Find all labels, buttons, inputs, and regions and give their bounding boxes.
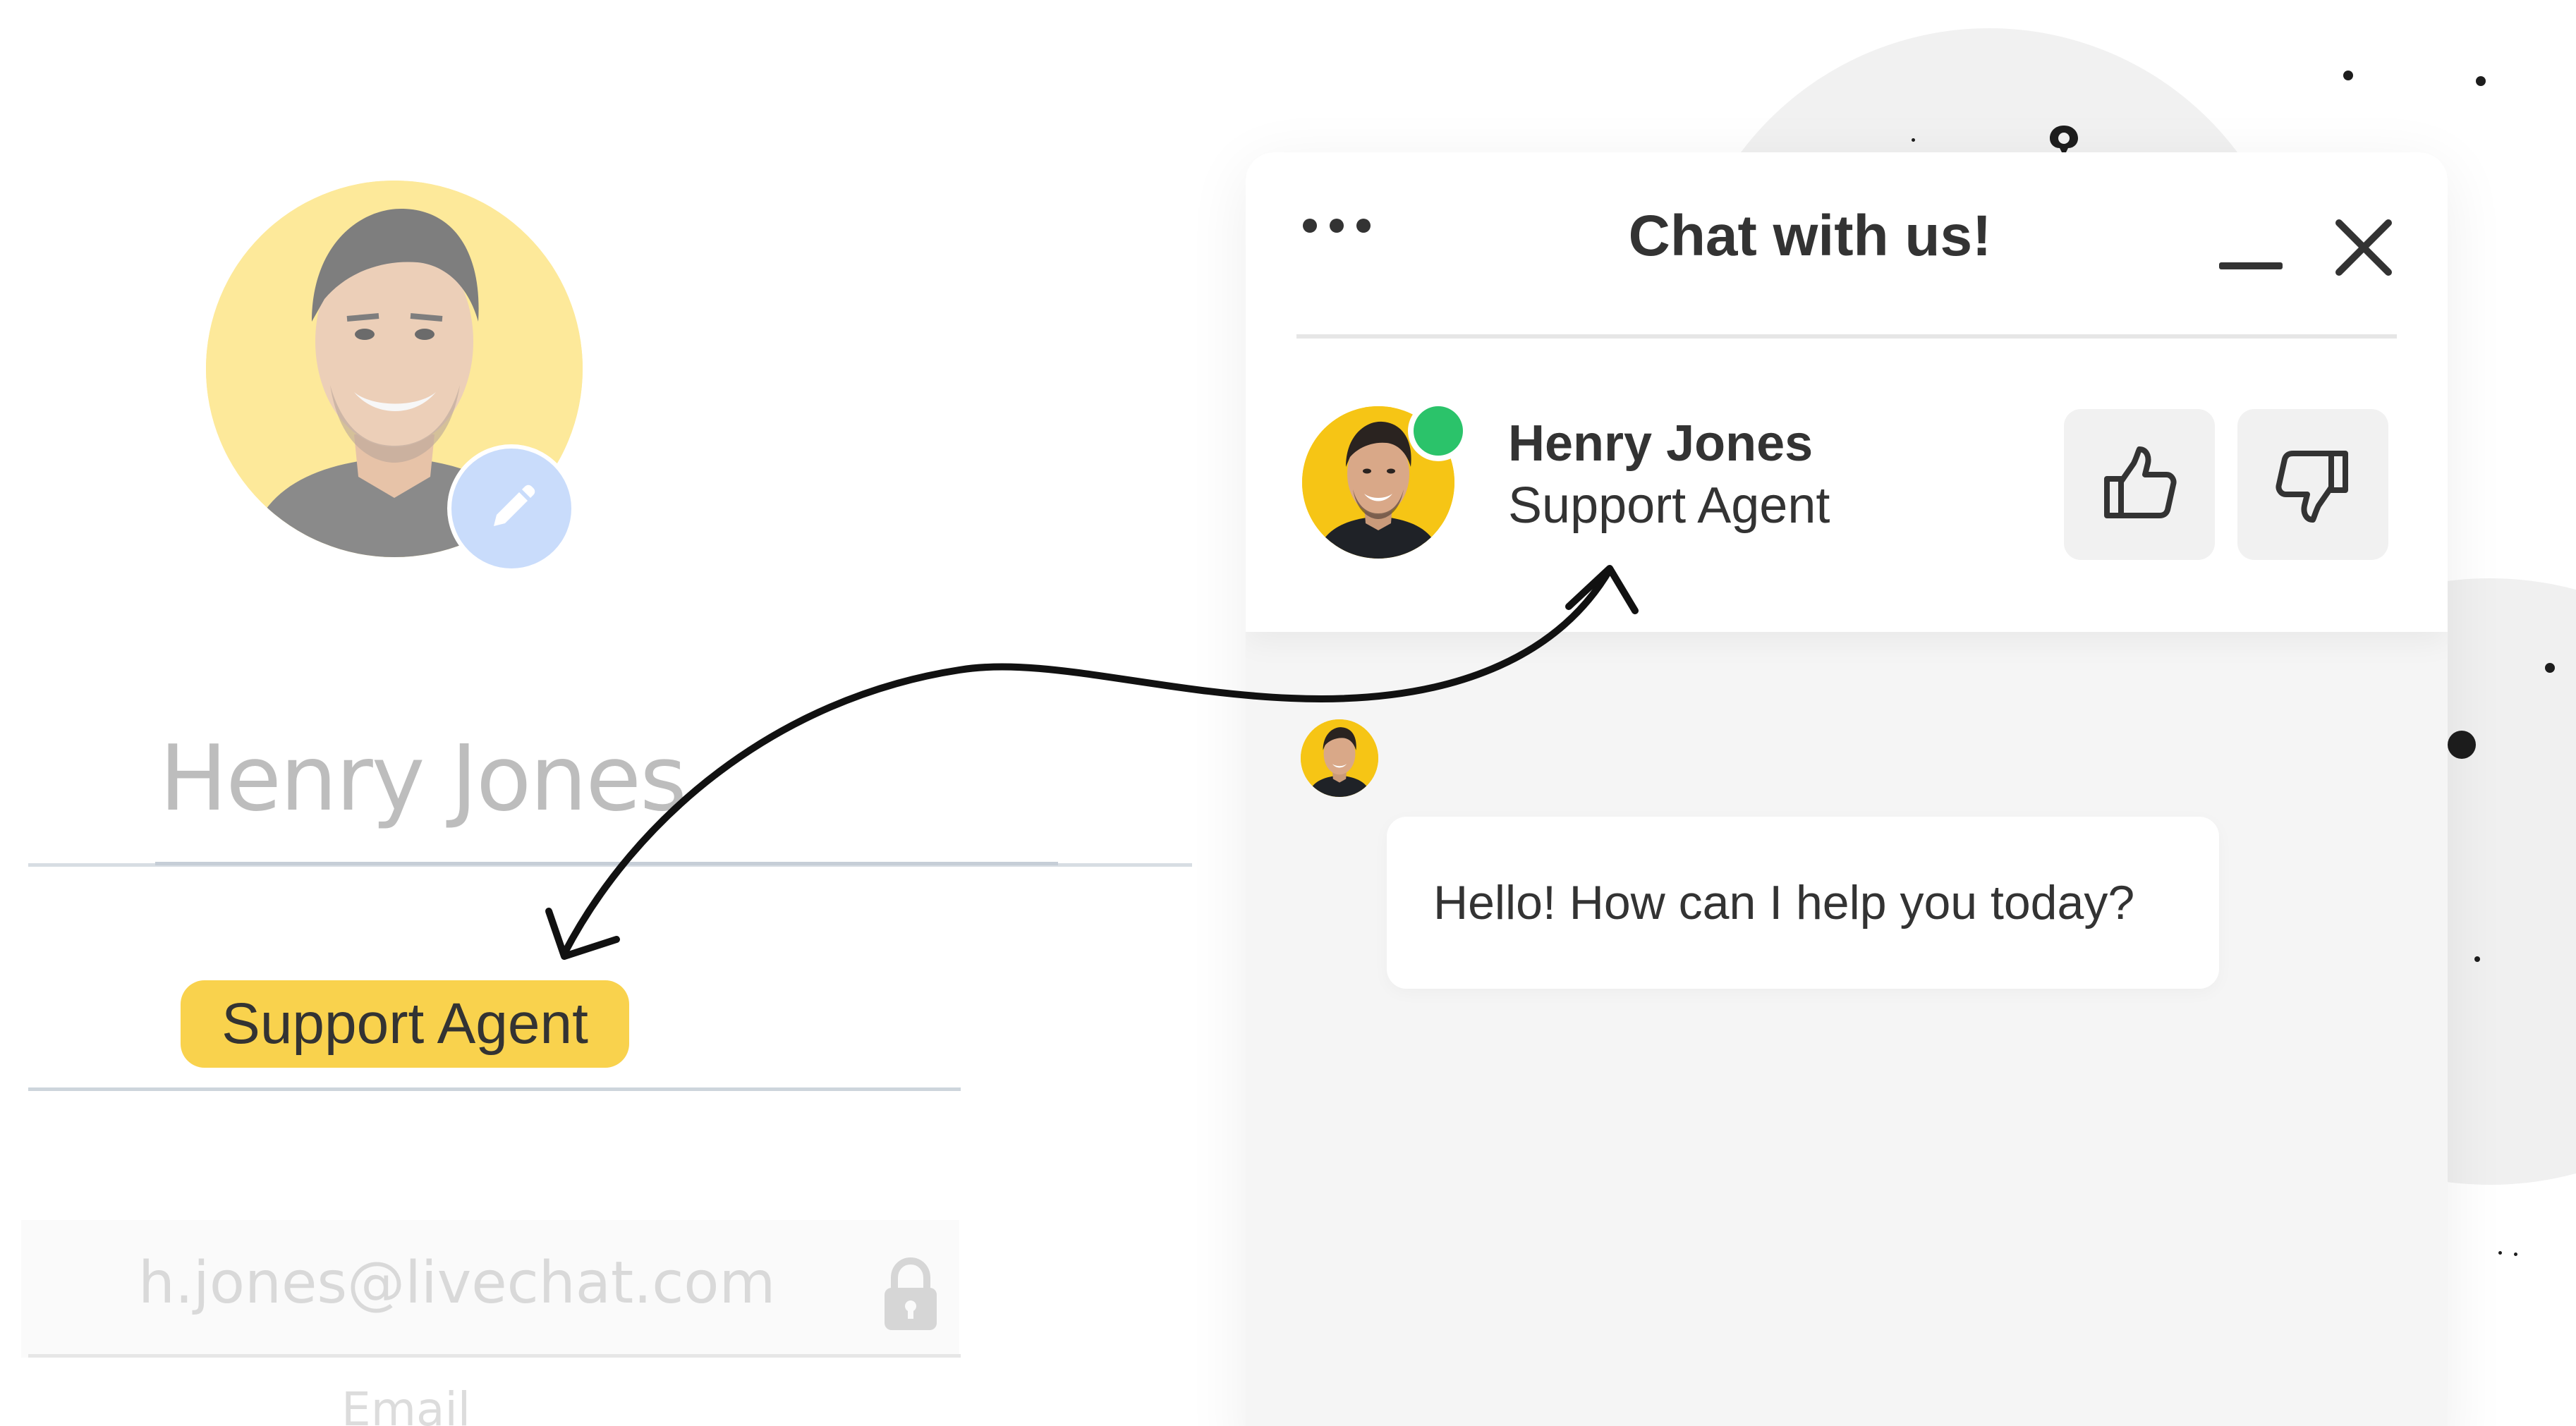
more-horizontal-icon xyxy=(1330,219,1344,233)
email-field-value: h.jones@livechat.com xyxy=(138,1250,776,1317)
agent-role: Support Agent xyxy=(1508,477,1830,534)
rate-bad-button[interactable] xyxy=(2237,409,2388,560)
agent-photo xyxy=(1301,719,1378,797)
email-field-label: Email xyxy=(341,1382,471,1426)
menu-button[interactable] xyxy=(1284,183,1390,268)
decoration-dot xyxy=(1912,138,1915,142)
thumbs-down-icon xyxy=(2276,451,2348,523)
close-button[interactable] xyxy=(2325,209,2402,286)
page: Henry Jones Support Agent h.jones@livech… xyxy=(0,0,2576,1426)
role-field-value: Support Agent xyxy=(221,992,588,1056)
message-agent-avatar xyxy=(1301,719,1378,797)
profile-form: Henry Jones Support Agent h.jones@livech… xyxy=(0,0,1213,1426)
name-field-underline-active xyxy=(155,862,1058,865)
thumbs-up-icon xyxy=(2104,446,2177,518)
decoration-dot xyxy=(2474,956,2480,962)
chat-widget: Chat with us! Henry Jones Support Agent … xyxy=(1246,152,2448,1426)
close-icon xyxy=(2335,219,2392,276)
pencil-icon xyxy=(494,485,535,526)
decoration-dot xyxy=(2498,1251,2502,1255)
chat-message: Hello! How can I help you today? xyxy=(1387,817,2219,989)
lock-icon xyxy=(885,1257,937,1330)
more-horizontal-icon xyxy=(1356,219,1371,233)
email-field: h.jones@livechat.com xyxy=(21,1220,959,1358)
rate-good-button[interactable] xyxy=(2064,409,2215,560)
decoration-dot xyxy=(2545,663,2555,673)
chat-header: Chat with us! Henry Jones Support Agent xyxy=(1246,152,2448,632)
edit-avatar-button[interactable] xyxy=(451,449,571,568)
decoration-dot xyxy=(2476,76,2486,86)
chat-title: Chat with us! xyxy=(1628,204,1992,268)
agent-name: Henry Jones xyxy=(1508,415,1813,472)
minimize-button[interactable] xyxy=(2212,231,2290,309)
role-field-underline xyxy=(28,1087,961,1091)
online-status-indicator xyxy=(1414,406,1463,456)
name-field[interactable]: Henry Jones xyxy=(28,712,1192,867)
decoration-dot xyxy=(2448,731,2476,759)
name-field-value: Henry Jones xyxy=(159,726,687,831)
header-divider xyxy=(1296,334,2397,339)
decoration-dot xyxy=(2514,1253,2517,1256)
minimize-icon xyxy=(2219,262,2283,269)
email-field-underline xyxy=(28,1354,961,1358)
chat-message-text: Hello! How can I help you today? xyxy=(1433,876,2135,930)
decoration-dot xyxy=(2343,71,2353,80)
more-horizontal-icon xyxy=(1303,219,1317,233)
role-field-highlight[interactable]: Support Agent xyxy=(181,980,629,1068)
